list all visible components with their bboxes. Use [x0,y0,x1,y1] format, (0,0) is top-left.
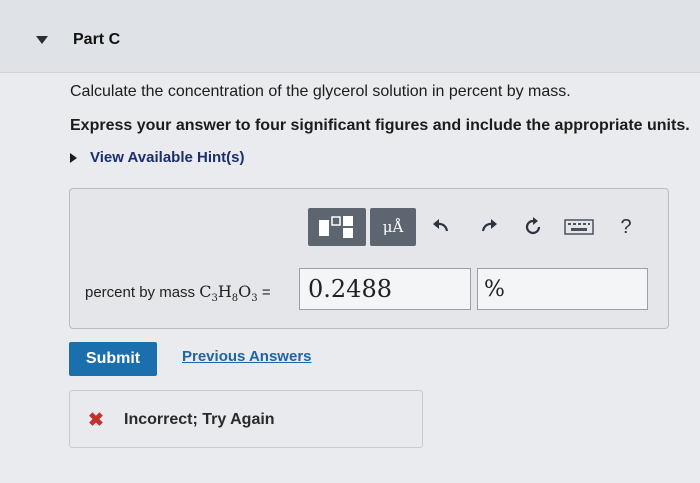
equation-prefix: percent by mass [85,284,200,301]
redo-icon[interactable] [476,214,502,240]
units-button[interactable]: μÅ [370,208,416,246]
view-hints-link[interactable]: View Available Hint(s) [90,149,245,166]
answer-value-input[interactable] [299,268,471,310]
triangle-right-icon[interactable] [70,153,77,163]
answer-unit-input[interactable] [477,268,648,310]
keyboard-icon[interactable] [562,214,596,240]
triangle-down-icon[interactable] [36,36,48,44]
templates-icon [319,216,353,238]
reset-icon[interactable] [520,214,546,240]
x-mark-icon: ✖ [88,410,104,431]
formula-h: H [217,282,232,301]
previous-answers-link[interactable]: Previous Answers [182,348,312,365]
equation-label: percent by mass C3H8O3 = [85,282,271,304]
equals-sign: = [257,284,271,301]
submit-button[interactable]: Submit [69,342,157,376]
help-icon[interactable]: ? [613,214,639,240]
templates-button[interactable] [308,208,366,246]
formula-o: O [238,282,252,301]
formula-c: C [199,282,212,301]
question-instruction: Express your answer to four significant … [70,117,690,134]
help-label: ? [620,215,632,238]
feedback-message: Incorrect; Try Again [124,411,275,428]
chemical-formula: C3H8O3 [199,282,257,304]
undo-icon[interactable] [428,214,454,240]
part-title: Part C [73,31,121,48]
question-prompt: Calculate the concentration of the glyce… [70,83,571,100]
units-icon: μÅ [382,218,404,236]
